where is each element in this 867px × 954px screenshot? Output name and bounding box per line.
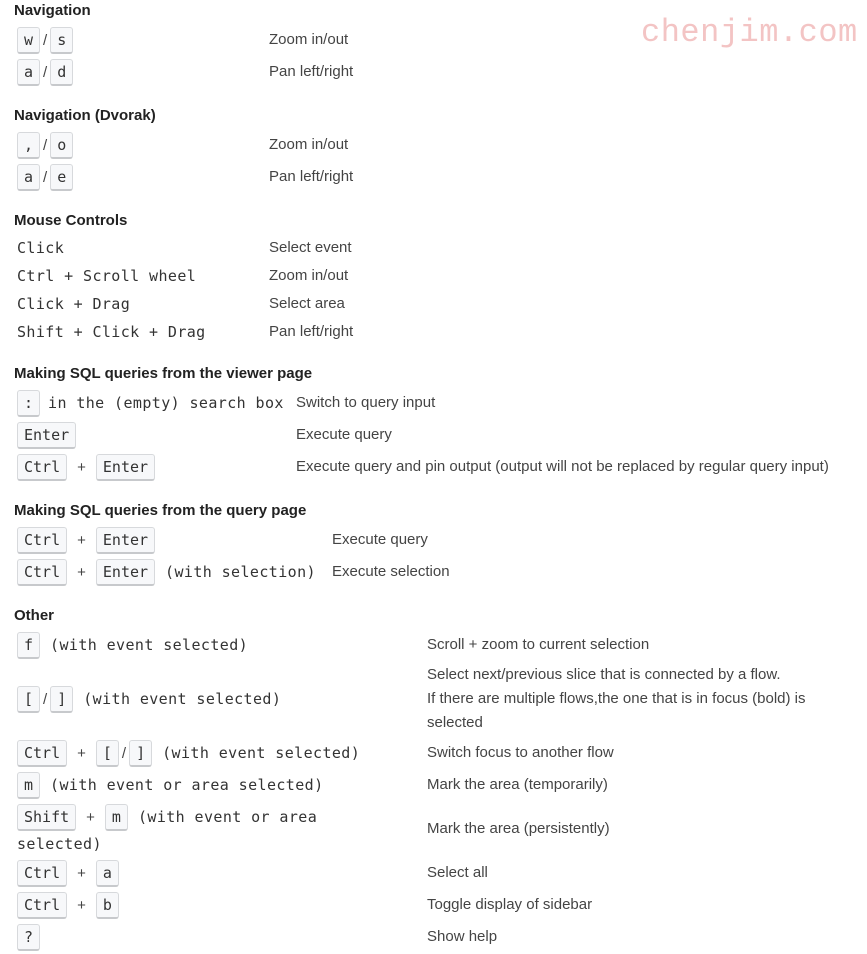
- mouse-action: Click: [17, 239, 65, 257]
- key-e: e: [50, 163, 74, 191]
- key-m: m: [17, 771, 41, 799]
- key-bracket-right: ]: [50, 685, 74, 713]
- key-a: a: [17, 58, 41, 86]
- key-ctrl: Ctrl: [17, 739, 68, 767]
- key-d: d: [50, 58, 74, 86]
- section-title-other: Other: [14, 607, 55, 624]
- shortcut-row-continuation: selected): [17, 835, 102, 853]
- shortcut-description: Switch focus to another flow: [427, 744, 614, 761]
- key-b: b: [95, 891, 119, 919]
- shortcut-row: Ctrl + Enter (with selection): [17, 558, 316, 586]
- key-bracket-left: [: [17, 685, 41, 713]
- key-bracket-right: ]: [129, 739, 153, 767]
- key-bracket-left: [: [95, 739, 119, 767]
- shortcut-row: Click + Drag: [17, 291, 130, 317]
- shortcut-row: a / d: [17, 58, 74, 86]
- key-enter: Enter: [95, 526, 156, 554]
- shortcut-row: Ctrl +[/] (with event selected): [17, 739, 360, 767]
- section-title-sql-viewer: Making SQL queries from the viewer page: [14, 365, 313, 382]
- watermark: chenjim.com: [641, 14, 858, 51]
- shortcut-description: Select next/previous slice that is conne…: [427, 666, 806, 731]
- shortcut-row: m (with event or area selected): [17, 771, 324, 799]
- shortcut-description: Zoom in/out: [269, 267, 349, 284]
- shortcut-row: w / s: [17, 26, 74, 54]
- shortcut-row: Click: [17, 235, 64, 261]
- key-shift: Shift: [17, 803, 77, 831]
- shortcut-row: Shift + m (with event or area: [17, 803, 317, 831]
- shortcut-row: : in the (empty) search box: [17, 389, 284, 417]
- key-ctrl: Ctrl: [17, 859, 68, 887]
- shortcut-description: Mark the area (persistently): [427, 820, 610, 837]
- shortcut-description: Toggle display of sidebar: [427, 896, 593, 913]
- key-a: a: [17, 163, 41, 191]
- shortcut-row: Ctrl + b: [17, 891, 119, 919]
- key-question: ?: [17, 923, 41, 951]
- shortcut-row: Enter: [17, 421, 77, 449]
- key-f: f: [17, 631, 41, 659]
- shortcut-description: Pan left/right: [269, 323, 354, 340]
- section-title-dvorak: Navigation (Dvorak): [14, 107, 156, 124]
- shortcut-description: Mark the area (temporarily): [427, 776, 608, 793]
- shortcut-row: a / e: [17, 163, 74, 191]
- key-colon: :: [17, 389, 41, 417]
- shortcut-description: Switch to query input: [296, 394, 436, 411]
- shortcut-description: Pan left/right: [269, 63, 354, 80]
- shortcut-row: , / o: [17, 131, 74, 159]
- key-ctrl: Ctrl: [17, 453, 68, 481]
- shortcut-description: Pan left/right: [269, 168, 354, 185]
- shortcut-description: Select area: [269, 295, 345, 312]
- section-title-navigation: Navigation: [14, 2, 91, 19]
- section-title-sql-query: Making SQL queries from the query page: [14, 502, 307, 519]
- shortcut-description: Execute query: [332, 531, 428, 548]
- key-ctrl: Ctrl: [17, 558, 68, 586]
- key-enter: Enter: [95, 453, 156, 481]
- shortcut-description: Zoom in/out: [269, 136, 349, 153]
- shortcut-description: Show help: [427, 928, 498, 945]
- shortcut-row: ?: [17, 923, 41, 951]
- shortcut-row: Ctrl + Enter: [17, 526, 156, 554]
- key-enter: Enter: [17, 421, 77, 449]
- shortcut-description: Execute query: [296, 426, 392, 443]
- mouse-action: Click + Drag: [17, 295, 131, 313]
- shortcut-description: Select event: [269, 239, 352, 256]
- shortcut-row: Ctrl + Scroll wheel: [17, 263, 196, 289]
- key-enter: Enter: [95, 558, 156, 586]
- key-w: w: [17, 26, 41, 54]
- key-o: o: [50, 131, 74, 159]
- key-ctrl: Ctrl: [17, 526, 68, 554]
- key-m: m: [104, 803, 128, 831]
- shortcut-description: Select all: [427, 864, 488, 881]
- section-title-mouse: Mouse Controls: [14, 212, 128, 229]
- key-ctrl: Ctrl: [17, 891, 68, 919]
- shortcut-row: Shift + Click + Drag: [17, 319, 206, 345]
- shortcut-row: Ctrl + Enter: [17, 453, 156, 481]
- shortcut-description: Execute query and pin output (output wil…: [296, 458, 829, 475]
- key-comma: ,: [17, 131, 41, 159]
- shortcut-description: Execute selection: [332, 563, 450, 580]
- shortcut-description: Scroll + zoom to current selection: [427, 636, 650, 653]
- mouse-action: Shift + Click + Drag: [17, 323, 206, 341]
- mouse-action: Ctrl + Scroll wheel: [17, 267, 197, 285]
- shortcut-row: [/] (with event selected): [17, 685, 281, 713]
- shortcut-row: f (with event selected): [17, 631, 248, 659]
- shortcut-description: Zoom in/out: [269, 31, 349, 48]
- key-s: s: [50, 26, 74, 54]
- shortcut-row: Ctrl + a: [17, 859, 119, 887]
- key-a: a: [95, 859, 119, 887]
